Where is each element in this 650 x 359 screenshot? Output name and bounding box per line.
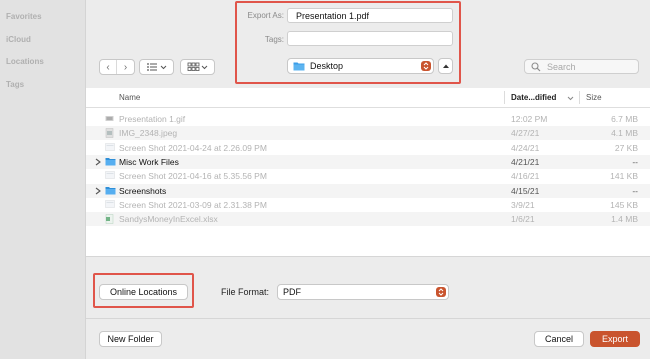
chevron-updown-icon [421, 61, 431, 71]
chevron-up-icon [442, 64, 449, 68]
folder-icon [293, 62, 305, 71]
sidebar-item-tags[interactable]: Tags [6, 80, 24, 89]
folder-row[interactable]: Screenshots 4/15/21 -- [86, 183, 650, 198]
list-header: Name Date...dified Size [86, 88, 650, 108]
export-dialog: Export As: Presentation 1.pdf Tags: ‹ › [86, 0, 650, 359]
file-size: -- [632, 185, 638, 196]
folder-row[interactable]: Misc Work Files 4/21/21 -- [86, 154, 650, 169]
file-format-popup[interactable]: PDF [277, 284, 449, 300]
grid-view-icon [187, 62, 207, 71]
file-size: 4.1 MB [611, 128, 638, 139]
sidebar: Favorites iCloud Locations Tags [0, 0, 86, 359]
file-name: Screen Shot 2021-04-16 at 5.35.56 PM [119, 171, 267, 182]
file-name: Screen Shot 2021-03-09 at 2.31.38 PM [119, 199, 267, 210]
file-row: Screen Shot 2021-04-16 at 5.35.56 PM 4/16… [86, 169, 650, 183]
file-row: Screen Shot 2021-03-09 at 2.31.38 PM 3/9/… [86, 198, 650, 212]
collapse-button[interactable] [438, 58, 453, 74]
column-header-name[interactable]: Name [119, 93, 140, 102]
file-format-label: File Format: [221, 287, 270, 297]
file-format-value: PDF [283, 287, 301, 297]
file-date: 4/15/21 [511, 185, 540, 196]
chevron-right-icon: › [123, 61, 128, 73]
file-row: IMG_2348.jpeg 4/27/21 4.1 MB [86, 126, 650, 141]
disclosure-triangle-icon[interactable] [95, 158, 101, 168]
excel-file-icon [105, 214, 116, 224]
gif-file-icon [105, 114, 116, 124]
screenshot-file-icon [105, 171, 116, 181]
file-name: SandysMoneyInExcel.xlsx [119, 214, 218, 225]
file-name: IMG_2348.jpeg [119, 128, 178, 139]
image-file-icon [105, 128, 116, 139]
search-icon [531, 61, 541, 71]
sidebar-item-locations[interactable]: Locations [6, 57, 44, 66]
divider [86, 256, 650, 257]
list-view-button[interactable] [139, 59, 174, 75]
file-date: 1/6/21 [511, 214, 535, 225]
search-placeholder: Search [547, 61, 576, 72]
chevron-left-icon: ‹ [106, 61, 110, 73]
sidebar-item-icloud[interactable]: iCloud [6, 35, 31, 44]
screenshot-file-icon [105, 200, 116, 210]
forward-button[interactable]: › [117, 60, 134, 74]
file-name: Screen Shot 2021-04-24 at 2.26.09 PM [119, 142, 267, 153]
file-list: Name Date...dified Size Presentation 1.g… [86, 88, 650, 256]
column-separator [579, 91, 580, 104]
file-date: 4/16/21 [511, 171, 540, 182]
tags-label: Tags: [264, 35, 284, 44]
search-field[interactable]: Search [524, 59, 639, 74]
disclosure-triangle-icon[interactable] [95, 187, 101, 197]
file-size: 27 KB [614, 142, 638, 153]
sidebar-item-favorites[interactable]: Favorites [6, 12, 42, 21]
file-name: Misc Work Files [119, 156, 179, 167]
file-date: 4/27/21 [511, 128, 540, 139]
column-header-date[interactable]: Date...dified [511, 93, 556, 102]
file-name: Screenshots [119, 185, 167, 196]
file-date: 3/9/21 [511, 199, 535, 210]
list-view-icon [146, 63, 166, 71]
export-as-field[interactable]: Presentation 1.pdf [287, 8, 453, 23]
divider [86, 318, 650, 319]
file-row: Screen Shot 2021-04-24 at 2.26.09 PM 4/24… [86, 141, 650, 155]
cancel-button[interactable]: Cancel [534, 331, 584, 347]
sort-chevron-icon [567, 96, 574, 101]
export-button[interactable]: Export [590, 331, 640, 347]
file-date: 12:02 PM [511, 114, 548, 124]
export-as-label: Export As: [247, 11, 284, 20]
file-size: 141 KB [610, 171, 638, 182]
tags-field[interactable] [287, 31, 453, 46]
column-separator [504, 91, 505, 104]
location-label: Desktop [310, 61, 344, 71]
file-size: 6.7 MB [611, 114, 638, 124]
file-size: -- [632, 156, 638, 167]
file-date: 4/21/21 [511, 156, 540, 167]
file-name: Presentation 1.gif [119, 114, 186, 124]
folder-icon [105, 186, 116, 196]
back-button[interactable]: ‹ [100, 60, 117, 74]
file-row: SandysMoneyInExcel.xlsx 1/6/21 1.4 MB [86, 212, 650, 227]
file-size: 145 KB [610, 199, 638, 210]
column-header-size[interactable]: Size [586, 93, 602, 102]
location-popup[interactable]: Desktop [287, 58, 434, 74]
file-date: 4/24/21 [511, 142, 540, 153]
back-forward-control: ‹ › [99, 59, 135, 75]
file-size: 1.4 MB [611, 214, 638, 225]
chevron-updown-icon [436, 287, 446, 297]
online-locations-button[interactable]: Online Locations [99, 284, 188, 300]
folder-icon [105, 157, 116, 167]
grid-view-button[interactable] [180, 59, 215, 75]
file-row: Presentation 1.gif 12:02 PM 6.7 MB [86, 112, 650, 126]
new-folder-button[interactable]: New Folder [99, 331, 162, 347]
screenshot-file-icon [105, 142, 116, 153]
